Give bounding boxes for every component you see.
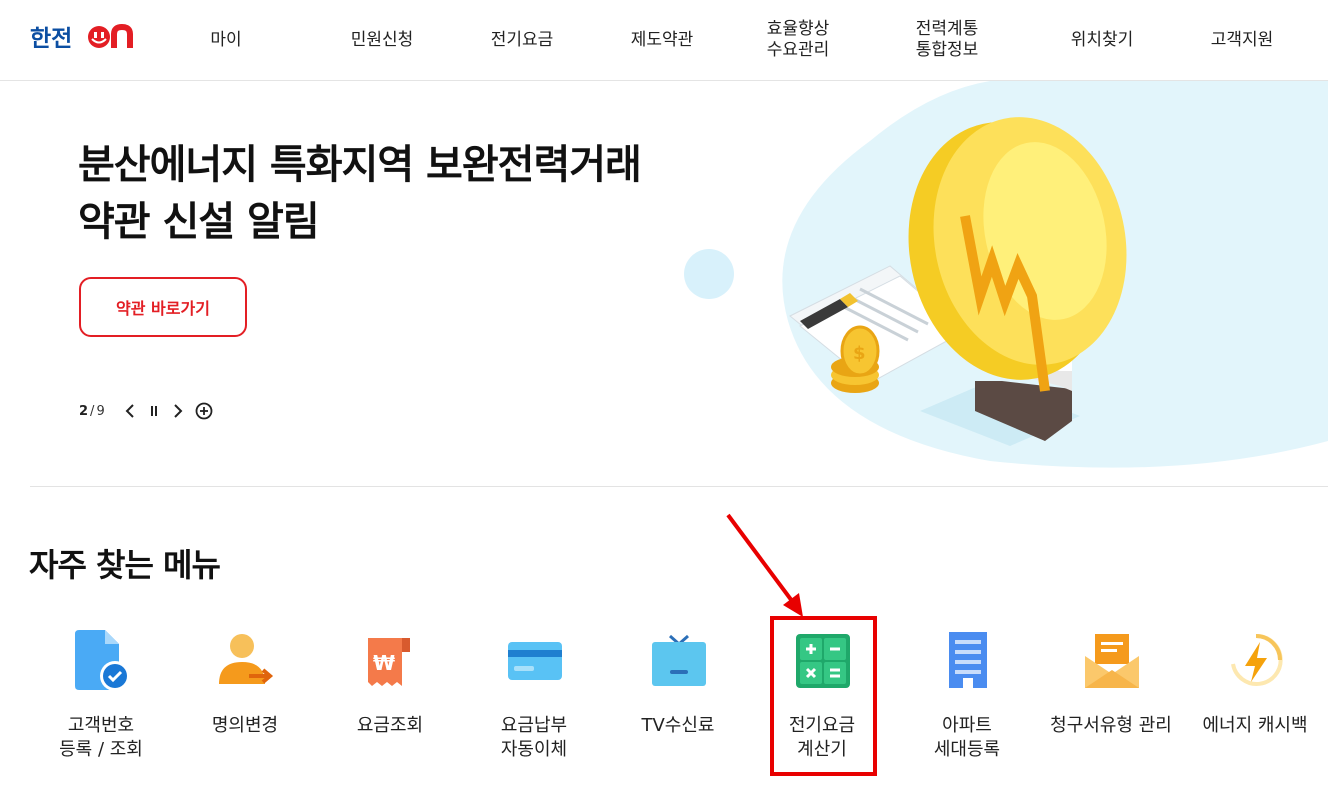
nav-terms[interactable]: 제도약관 <box>616 0 708 80</box>
quick-menu-cashback[interactable]: 에너지 캐시백 <box>1185 630 1325 780</box>
quick-menu-tv-fee[interactable]: TV수신료 <box>608 630 748 780</box>
envelope-icon <box>1085 634 1139 688</box>
quick-menu-label: 명의변경 <box>211 715 279 736</box>
prev-slide-icon[interactable] <box>125 404 135 418</box>
person-transfer-icon <box>219 634 274 684</box>
credit-card-icon <box>508 642 562 680</box>
quick-menu-bill-inquiry[interactable]: ₩ 요금조회 <box>320 630 460 780</box>
won-receipt-icon: ₩ <box>368 638 410 686</box>
quick-menu-label: 청구서유형 관리 <box>1050 715 1172 736</box>
svg-text:₩: ₩ <box>373 651 395 675</box>
quick-menu-label: 요금납부 자동이체 <box>500 715 568 760</box>
section-divider <box>30 486 1328 487</box>
quick-menu-customer-number[interactable]: 고객번호 등록 / 조회 <box>31 630 171 780</box>
apartment-building-icon <box>949 632 987 688</box>
nav-my[interactable]: 마이 <box>186 0 266 80</box>
nav-location[interactable]: 위치찾기 <box>1056 0 1148 80</box>
quick-menu-apartment[interactable]: 아파트 세대등록 <box>897 630 1037 780</box>
hero-illustration: $ <box>684 81 1328 468</box>
svg-text:한전: 한전 <box>30 26 72 52</box>
nav-civil-request[interactable]: 민원신청 <box>336 0 428 80</box>
slide-current: 2 <box>79 403 89 419</box>
kepco-on-logo[interactable]: 한전 <box>30 22 140 52</box>
plus-circle-icon[interactable] <box>195 402 213 420</box>
quick-menu-label: 요금조회 <box>356 715 424 736</box>
nav-efficiency[interactable]: 효율향상 수요관리 <box>752 0 844 80</box>
annotation-highlight-box <box>770 616 877 776</box>
tv-icon <box>652 634 706 686</box>
hero-headline: 분산에너지 특화지역 보완전력거래 약관 신설 알림 <box>78 142 642 245</box>
slide-total: 9 <box>96 403 105 419</box>
slide-separator: / <box>90 403 95 419</box>
quick-menu-label: TV수신료 <box>641 715 715 736</box>
quick-menu-label: 에너지 캐시백 <box>1202 715 1308 736</box>
quick-menu-label: 고객번호 등록 / 조회 <box>59 715 143 760</box>
terms-shortcut-button[interactable]: 약관 바로가기 <box>79 277 247 337</box>
quick-menu-auto-payment[interactable]: 요금납부 자동이체 <box>464 630 604 780</box>
nav-electricity-bill[interactable]: 전기요금 <box>476 0 568 80</box>
svg-text:$: $ <box>853 343 866 364</box>
nav-grid-info[interactable]: 전력계통 통합정보 <box>901 0 993 80</box>
slide-pager: 2 / 9 <box>79 400 213 422</box>
pause-icon[interactable] <box>149 405 159 417</box>
lightning-cycle-icon <box>1231 633 1283 686</box>
nav-support[interactable]: 고객지원 <box>1196 0 1288 80</box>
next-slide-icon[interactable] <box>173 404 183 418</box>
document-check-icon <box>75 630 130 691</box>
site-header: 한전 마이 민원신청 전기요금 제도약관 효율향상 수요관리 전력계통 통합정보… <box>0 0 1328 81</box>
quick-menu-bill-type[interactable]: 청구서유형 관리 <box>1041 630 1181 780</box>
quick-menu-title: 자주 찾는 메뉴 <box>29 546 221 584</box>
quick-menu-name-change[interactable]: 명의변경 <box>175 630 315 780</box>
quick-menu-label: 아파트 세대등록 <box>933 715 1001 760</box>
